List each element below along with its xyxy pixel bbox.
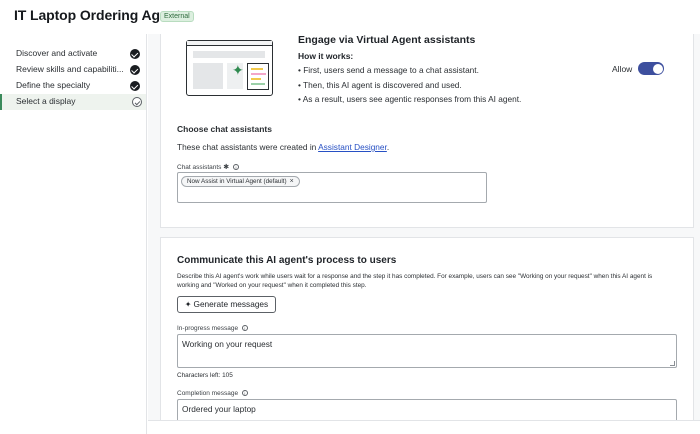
assistant-chip: Now Assist in Virtual Agent (default) × <box>181 176 300 187</box>
sparkle-icon: ✦ <box>184 300 192 309</box>
engage-card: ✦ Engage via Virtual Agent assistants Ho… <box>160 34 694 228</box>
header: IT Laptop Ordering Agent External <box>0 0 700 34</box>
sidebar-step-define-specialty[interactable]: Define the specialty <box>0 78 146 94</box>
footer-bar <box>148 420 700 434</box>
info-icon[interactable]: i <box>241 390 248 397</box>
remove-chip-icon[interactable]: × <box>290 178 294 185</box>
check-circle-icon <box>130 81 140 91</box>
sidebar-step-label: Select a display <box>16 96 76 106</box>
virtual-agent-illustration: ✦ <box>186 40 273 96</box>
in-progress-message-field[interactable]: Working on your request <box>177 334 677 368</box>
chat-assistants-input[interactable]: Now Assist in Virtual Agent (default) × <box>177 172 487 203</box>
engage-title: Engage via Virtual Agent assistants <box>298 34 476 46</box>
communicate-title: Communicate this AI agent's process to u… <box>177 255 397 266</box>
page-title: IT Laptop Ordering Agent <box>14 7 181 23</box>
sidebar-step-select-display[interactable]: Select a display <box>0 94 146 110</box>
sidebar-step-review-skills[interactable]: Review skills and capabiliti... <box>0 62 146 78</box>
sidebar-step-discover[interactable]: Discover and activate <box>0 46 146 62</box>
how-it-works-step: • Then, this AI agent is discovered and … <box>298 80 462 90</box>
resize-handle-icon[interactable] <box>670 361 675 366</box>
info-icon[interactable]: i <box>232 164 239 171</box>
communicate-description: Describe this AI agent's work while user… <box>177 273 653 289</box>
sidebar-step-label: Define the specialty <box>16 80 91 90</box>
toggle-knob <box>652 63 663 74</box>
sidebar-step-label: Review skills and capabiliti... <box>16 64 124 74</box>
required-icon: ✱ <box>223 164 230 171</box>
characters-left: Characters left: 105 <box>177 372 233 379</box>
choose-assistants-title: Choose chat assistants <box>177 124 272 134</box>
allow-label: Allow <box>612 64 633 74</box>
main-content: ✦ Engage via Virtual Agent assistants Ho… <box>148 34 700 434</box>
allow-toggle[interactable] <box>638 62 664 75</box>
assistant-designer-link[interactable]: Assistant Designer <box>318 142 387 152</box>
pending-check-icon <box>132 97 142 107</box>
sidebar-step-label: Discover and activate <box>16 48 98 58</box>
how-it-works-title: How it works: <box>298 51 354 61</box>
chat-assistants-label: Chat assistants ✱ i <box>177 163 239 171</box>
check-circle-icon <box>130 65 140 75</box>
external-badge: External <box>160 11 194 22</box>
info-icon[interactable]: i <box>241 325 248 332</box>
check-circle-icon <box>130 49 140 59</box>
how-it-works-step: • As a result, users see agentic respons… <box>298 94 522 104</box>
choose-assistants-description: These chat assistants were created in As… <box>177 142 390 152</box>
communicate-card: Communicate this AI agent's process to u… <box>160 237 694 434</box>
completion-label: Completion message i <box>177 390 248 397</box>
how-it-works-step: • First, users send a message to a chat … <box>298 65 479 75</box>
sidebar: Discover and activate Review skills and … <box>0 34 147 434</box>
generate-messages-button[interactable]: ✦ Generate messages <box>177 296 276 313</box>
in-progress-label: In-progress message i <box>177 325 248 332</box>
chat-panel-icon <box>247 63 269 90</box>
sparkle-icon: ✦ <box>232 62 244 78</box>
